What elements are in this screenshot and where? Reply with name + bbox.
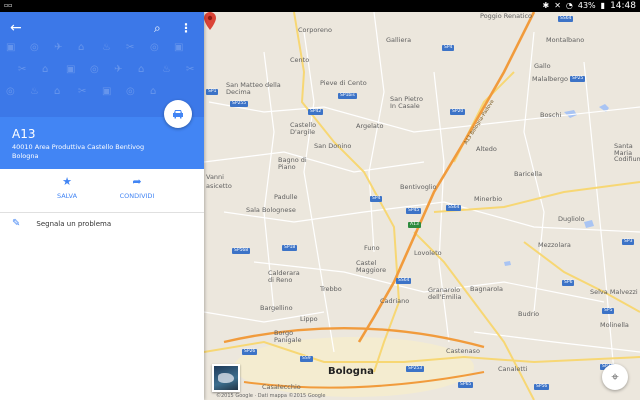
town-label: Bagno di Piano <box>278 156 307 171</box>
battery-level: 43% <box>577 1 596 10</box>
panel-header: ▣ ◎ ✈ ⌂ ♨ ✂ ◎ ▣ ✂ ⌂ ▣ ◎ ✈ ⌂ ♨ ✂ ◎ ♨ ⌂ ✂ ▣ ◎ ⌂ ← ⌕ ⋮ A13 4001… <box>0 12 204 169</box>
report-problem-button[interactable]: ✎ Segnala un problema <box>12 218 111 229</box>
town-label: San Pietro In Casale <box>390 95 423 110</box>
road-shield: SP65 <box>458 382 474 388</box>
road-shield: SP20 <box>450 109 466 115</box>
my-location-icon: ⌖ <box>611 369 619 385</box>
road-shield: SP4 <box>442 45 455 51</box>
wifi-icon: ◔ <box>565 1 573 10</box>
city-label: Bologna <box>328 366 374 377</box>
share-button[interactable]: ➦ CONDIVIDI <box>102 175 172 201</box>
road-shield: SP4 <box>370 196 383 202</box>
road-shield: SP1 <box>206 89 219 95</box>
town-label: Lippo <box>300 315 318 323</box>
road-shield: SS64 <box>396 278 412 284</box>
save-button[interactable]: ★ SALVA <box>32 175 102 201</box>
road-shield: SP1bis <box>338 93 357 99</box>
divider <box>0 212 204 213</box>
pencil-icon: ✎ <box>12 218 21 229</box>
satellite-layer-thumbnail[interactable] <box>212 364 240 392</box>
town-label: Altedo <box>476 145 497 153</box>
road-shield: SS64 <box>558 16 574 22</box>
town-label: Funo <box>364 244 380 252</box>
location-pin-icon[interactable] <box>204 12 216 30</box>
town-label: Bagnarola <box>470 285 503 293</box>
place-title: A13 <box>12 127 36 141</box>
town-label: Baricella <box>514 170 543 178</box>
town-label: Galliera <box>386 36 412 44</box>
town-label: Vanni <box>206 173 224 181</box>
town-label: Castenaso <box>446 347 480 355</box>
town-label: Calderara di Reno <box>268 269 300 284</box>
road-shield: SP26 <box>242 349 258 355</box>
road-shield: SP6 <box>562 280 575 286</box>
share-icon: ➦ <box>132 175 142 188</box>
map-attribution: ©2015 Google · Dati mappa ©2015 Google <box>216 393 326 399</box>
town-label: Pieve di Cento <box>320 79 367 87</box>
town-label: Casalecchio <box>262 383 301 391</box>
road-shield: SS9 <box>300 356 313 362</box>
action-bar: ★ SALVA ➦ CONDIVIDI <box>0 169 204 211</box>
more-vert-icon[interactable]: ⋮ <box>180 21 192 35</box>
town-label: asicetto <box>206 182 232 190</box>
road-shield: SP42 <box>308 109 324 115</box>
town-label: Lovoleto <box>414 249 442 257</box>
town-label: Malalbergo <box>532 75 568 83</box>
mute-icon: ✕ <box>554 1 561 10</box>
road-shield: SP18 <box>282 245 298 251</box>
town-label: Sala Bolognese <box>246 206 296 214</box>
town-label: Borgo Panigale <box>274 329 302 344</box>
motorway-shield: A13 <box>408 222 421 228</box>
road-shield: SP568 <box>232 248 251 254</box>
star-icon: ★ <box>62 175 72 188</box>
directions-button[interactable] <box>164 100 192 128</box>
my-location-button[interactable]: ⌖ <box>602 364 628 390</box>
town-label: Santa Maria Codifiume <box>614 142 640 163</box>
town-label: Boschi <box>540 111 562 119</box>
road-shield: SP25 <box>570 76 586 82</box>
road-shield: SP5 <box>602 308 615 314</box>
town-label: Argelato <box>356 122 384 130</box>
town-label: San Donino <box>314 142 352 150</box>
town-label: Selva Malvezzi <box>590 288 638 296</box>
town-label: Cento <box>290 56 310 64</box>
road-shield: SP56 <box>534 384 550 390</box>
clock: 14:48 <box>610 1 636 11</box>
town-label: San Matteo della Decima <box>226 81 281 96</box>
town-label: Poggio Renatico <box>480 12 532 20</box>
road-shield: SP253 <box>406 366 425 372</box>
town-label: Castello D'argile <box>290 121 317 136</box>
town-label: Budrio <box>518 310 540 318</box>
status-bar: ▫▫ ✱ ✕ ◔ 43% ▮ 14:48 <box>0 0 640 12</box>
town-label: Corporeno <box>298 26 332 34</box>
road-shield: SP45 <box>406 208 422 214</box>
town-label: Bargellino <box>260 304 293 312</box>
back-arrow-icon[interactable]: ← <box>10 21 22 35</box>
town-label: Bentivoglio <box>400 183 437 191</box>
road-shield: SS64 <box>446 205 462 211</box>
town-label: Trebbo <box>320 285 342 293</box>
town-label: Dugliolo <box>558 215 585 223</box>
map-view[interactable]: Corporeno Galliera Poggio Renatico Monta… <box>204 12 640 400</box>
town-label: Padulle <box>274 193 298 201</box>
town-label: Gallo <box>534 62 551 70</box>
town-label: Canaletti <box>498 365 528 373</box>
car-icon <box>173 110 183 119</box>
town-label: Castel Maggiore <box>356 259 387 274</box>
bluetooth-icon: ✱ <box>542 1 550 10</box>
town-label: Minerbio <box>474 195 503 203</box>
road-shield: SP255 <box>230 101 249 107</box>
search-icon[interactable]: ⌕ <box>154 21 161 36</box>
place-address: 40010 Area Produttiva Castello Bentivog … <box>12 143 145 160</box>
road-shield: SP3 <box>622 239 635 245</box>
place-panel: ▣ ◎ ✈ ⌂ ♨ ✂ ◎ ▣ ✂ ⌂ ▣ ◎ ✈ ⌂ ♨ ✂ ◎ ♨ ⌂ ✂ ▣ ◎ ⌂ ← ⌕ ⋮ A13 4001… <box>0 12 204 400</box>
town-label: Molinella <box>600 321 629 329</box>
town-label: Cadriano <box>380 297 410 305</box>
town-label: Mezzolara <box>538 241 571 249</box>
town-label: Montalbano <box>546 36 585 44</box>
app-icon: ▫▫ <box>4 2 13 9</box>
battery-icon: ▮ <box>600 1 606 10</box>
